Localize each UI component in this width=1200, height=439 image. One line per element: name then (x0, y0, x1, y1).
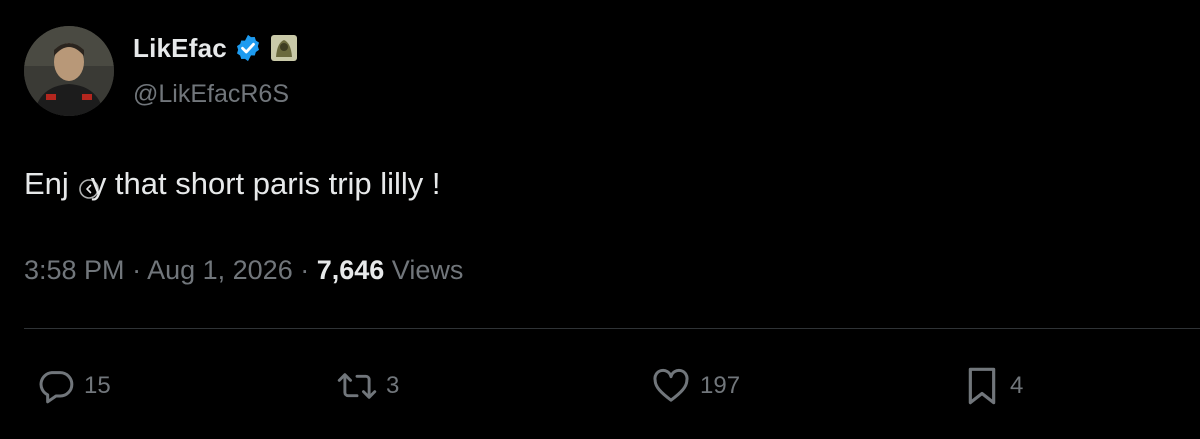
like-button[interactable]: 197 (650, 366, 740, 406)
display-name[interactable]: LikEfac (133, 33, 227, 64)
reply-button[interactable]: 15 (36, 366, 111, 406)
tweet-date[interactable]: Aug 1, 2026 (147, 255, 293, 285)
divider (24, 328, 1200, 329)
retweet-icon (337, 373, 377, 399)
avatar-image-icon (24, 26, 114, 116)
avatar[interactable] (24, 26, 114, 116)
bookmark-icon (968, 367, 996, 405)
meta-separator: · (124, 255, 148, 285)
affiliate-badge-icon[interactable] (270, 35, 297, 61)
views-label: Views (384, 255, 464, 285)
bookmark-count: 4 (1010, 372, 1024, 399)
tweet-card: LikEfac @LikEfacR6S Enj y that short pari… (0, 0, 1200, 439)
bookmark-button[interactable]: 4 (962, 366, 1023, 406)
views-count: 7,646 (316, 255, 385, 285)
tweet-text-part-2: y that short paris trip lilly ! (90, 166, 441, 201)
verified-badge-icon (236, 34, 259, 62)
author-handle[interactable]: @LikEfacR6S (133, 80, 289, 109)
tweet-meta: 3:58 PM · Aug 1, 2026 · 7,646 Views (24, 255, 463, 286)
retweet-count: 3 (386, 372, 400, 399)
reply-count: 15 (84, 372, 111, 399)
heart-icon (653, 368, 689, 402)
tweet-text-part-1: Enj (24, 166, 69, 201)
meta-separator: · (292, 255, 317, 285)
like-count: 197 (700, 372, 741, 399)
reply-icon (39, 371, 74, 404)
author-name-row: LikEfac (133, 30, 297, 66)
chevron-left-icon (79, 179, 99, 199)
retweet-button[interactable]: 3 (336, 366, 399, 406)
tweet-time[interactable]: 3:58 PM (24, 255, 125, 285)
